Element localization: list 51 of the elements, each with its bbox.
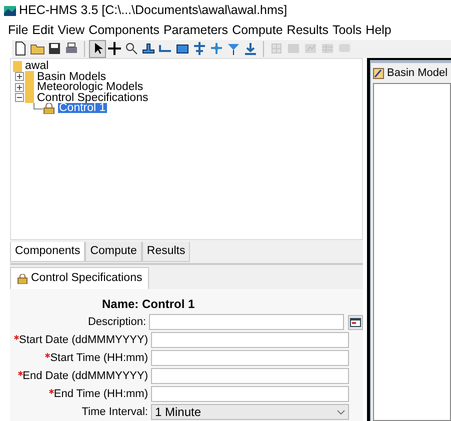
menu-item[interactable]: File bbox=[8, 21, 28, 40]
input-field[interactable] bbox=[151, 386, 349, 402]
new-file-icon[interactable] bbox=[13, 41, 28, 56]
menu-item[interactable]: Parameters bbox=[163, 21, 228, 40]
menu-item[interactable]: Tools bbox=[332, 21, 362, 40]
lock-icon bbox=[43, 102, 55, 114]
folder-icon bbox=[25, 71, 34, 82]
field-label: Time Interval: bbox=[82, 406, 148, 418]
calendar-button[interactable] bbox=[348, 314, 364, 330]
field-label: End Date (ddMMMYYYY) bbox=[22, 370, 148, 382]
save-icon[interactable] bbox=[47, 41, 62, 56]
expand-icon[interactable] bbox=[15, 82, 24, 92]
field-label: Start Date (ddMMMYYYY) bbox=[19, 334, 148, 346]
menu-item[interactable]: Components bbox=[88, 21, 160, 40]
tab[interactable]: Control Specifications bbox=[10, 267, 150, 290]
tree-item[interactable]: Control 1 bbox=[58, 103, 107, 113]
field-label: End Time (HH:mm) bbox=[54, 388, 148, 400]
folder-icon bbox=[25, 92, 34, 103]
tab[interactable]: Results bbox=[142, 242, 190, 262]
field-label: Description: bbox=[88, 316, 146, 328]
input-field[interactable] bbox=[151, 368, 349, 384]
menu-item[interactable]: View bbox=[58, 21, 85, 40]
menu-item[interactable]: Help bbox=[366, 21, 392, 40]
name-label: Name: Control 1 bbox=[102, 296, 195, 314]
tree-item[interactable]: Meteorologic Models bbox=[37, 82, 144, 92]
window-title: HEC-HMS 3.5 [C:\...\Documents\awal\awal.hms] bbox=[19, 2, 288, 20]
window-logo-icon bbox=[373, 68, 384, 79]
input-field[interactable] bbox=[151, 332, 349, 348]
window-icon bbox=[350, 318, 362, 327]
lock-icon bbox=[17, 274, 28, 284]
menu-item[interactable]: Compute bbox=[232, 21, 283, 40]
field-label: Start Time (HH:mm) bbox=[50, 352, 148, 364]
menu-item[interactable]: Results bbox=[286, 21, 328, 40]
folder-icon bbox=[13, 60, 22, 72]
tab-label: Control Specifications bbox=[31, 271, 142, 286]
tree-item[interactable]: Basin Models bbox=[37, 72, 106, 82]
move-icon[interactable] bbox=[107, 41, 122, 56]
tree-item[interactable]: Control Specifications bbox=[37, 92, 148, 102]
window-title: Basin Model bbox=[387, 66, 448, 81]
menu-item[interactable]: Edit bbox=[32, 21, 54, 40]
expand-icon[interactable] bbox=[15, 72, 24, 81]
input-field[interactable] bbox=[149, 314, 344, 330]
app-logo-icon bbox=[4, 6, 16, 16]
collapse-icon[interactable] bbox=[15, 93, 24, 102]
tab[interactable]: Components bbox=[10, 242, 86, 262]
tab[interactable]: Compute bbox=[85, 242, 142, 262]
tree-item[interactable]: awal bbox=[25, 61, 49, 71]
dropdown-field[interactable]: 1 Minute bbox=[151, 404, 349, 420]
zoom-icon[interactable] bbox=[124, 41, 139, 56]
chevron-down-icon bbox=[337, 410, 345, 415]
input-field[interactable] bbox=[151, 350, 349, 366]
